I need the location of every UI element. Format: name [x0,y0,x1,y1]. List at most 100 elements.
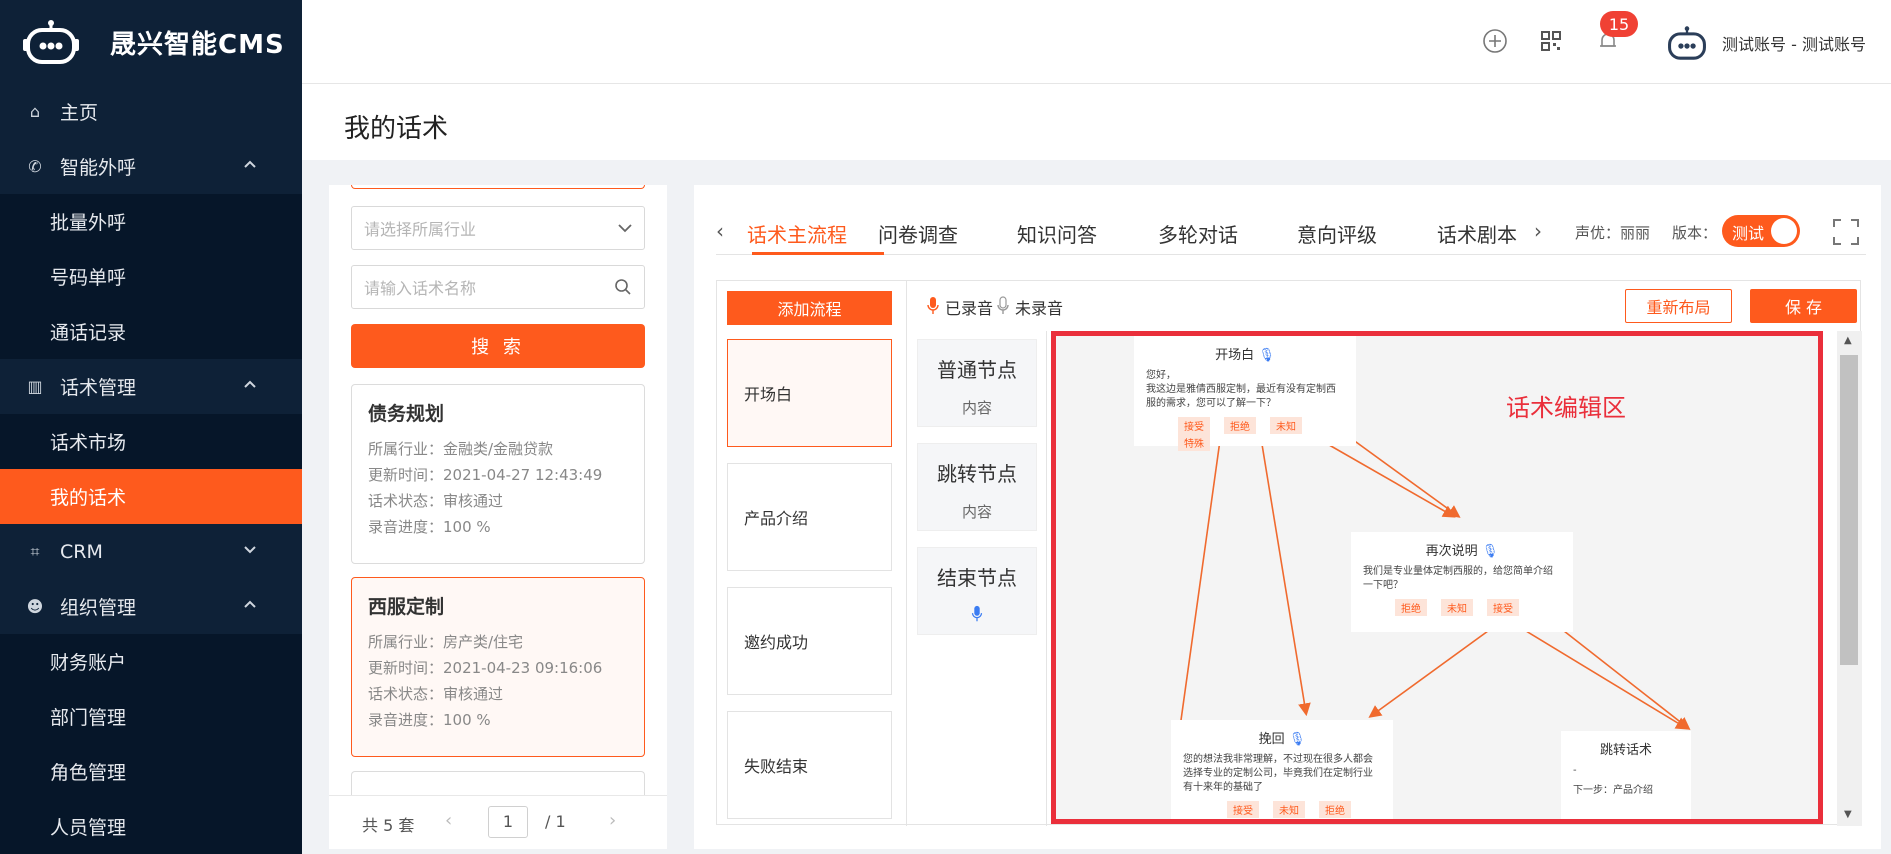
chevron-up-icon [244,600,256,608]
flow-node-retain[interactable]: 挽回 🎙 您的想法我非常理解，不过现在很多人都会选择专业的定制公司，毕竟我们在定… [1171,720,1393,819]
scroll-thumb[interactable] [1840,355,1858,665]
nav-departments[interactable]: 部门管理 [0,689,302,744]
flow-item[interactable]: 邀约成功 [727,587,892,695]
tab-survey[interactable]: 问卷调查 [878,219,958,248]
next-page-icon[interactable]: › [609,810,616,831]
nav-label: 话术管理 [60,377,137,399]
crop-icon: ⌗ [30,541,40,561]
flow-arrow [1368,630,1489,718]
relayout-button[interactable]: 重新布局 [1625,289,1732,323]
nav-label: 人员管理 [50,817,127,839]
chip[interactable]: 未知 [1273,801,1305,818]
scroll-down-icon[interactable]: ▼ [1844,809,1852,820]
flow-node-opening[interactable]: 开场白 🎙 您好， 我这边是雅倩西服定制，最近有没有定制西服的需求，您可以了解一… [1134,336,1356,451]
node-title: 再次说明 🎙 [1425,544,1499,559]
flow-arrow [1258,425,1311,717]
node-type-jump[interactable]: 跳转节点 内容 [917,443,1037,531]
flow-item[interactable]: 失败结束 [727,711,892,819]
script-edit-canvas[interactable]: 开场白 🎙 您好， 我这边是雅倩西服定制，最近有没有定制西服的需求，您可以了解一… [1051,331,1823,824]
save-button[interactable]: 保 存 [1750,289,1857,323]
qr-code-icon[interactable] [1538,28,1564,54]
node-type-end[interactable]: 结束节点 [917,547,1037,635]
flow-node-again[interactable]: 再次说明 🎙 我们是专业量体定制西服的，给您简单介绍一下吧？ 拒绝 未知 接受 [1351,532,1573,632]
nav-org-mgmt[interactable]: ☻ 组织管理 [0,579,302,634]
nav-label: 批量外呼 [50,212,127,234]
script-name-input[interactable]: 请输入话术名称 [351,265,645,309]
phone-icon: ✆ [28,157,42,176]
node-type-content: 内容 [961,503,992,521]
add-flow-button[interactable]: 添加流程 [727,291,892,325]
chip[interactable]: 拒绝 [1319,801,1351,818]
card-status: 话术状态：审核通过 [368,685,504,703]
nav-my-scripts[interactable]: 我的话术 [0,469,302,524]
nav-label: 主页 [60,102,99,124]
card-title: 西服定制 [368,596,445,618]
chip[interactable]: 接受 [1487,599,1519,616]
fullscreen-icon[interactable] [1832,218,1860,246]
chip[interactable]: 未知 [1270,417,1302,434]
nav-roles[interactable]: 角色管理 [0,744,302,799]
nav-single-call[interactable]: 号码单呼 [0,249,302,304]
chip[interactable]: 拒绝 [1224,417,1256,434]
tab-script-book[interactable]: 话术剧本 [1437,219,1517,248]
card-industry: 所属行业：金融类/金融贷款 [368,440,554,458]
flow-item[interactable]: 产品介绍 [727,463,892,571]
chevron-down-icon [244,546,256,554]
voice-label: 声优：丽丽 [1575,224,1651,242]
script-card[interactable]: 债务规划 所属行业：金融类/金融贷款 更新时间：2021-04-27 12:43… [351,384,645,564]
nav-script-market[interactable]: 话术市场 [0,414,302,469]
script-card-selected[interactable]: 西服定制 所属行业：房产类/住宅 更新时间：2021-04-23 09:16:0… [351,577,645,757]
nav-label: 角色管理 [50,762,127,784]
flow-label: 邀约成功 [744,633,809,652]
mic-icon: 🎙 [1481,544,1499,559]
tabs-prev-icon[interactable]: ‹ [716,219,724,243]
prev-page-icon[interactable]: ‹ [445,810,452,831]
node-type-content: 内容 [961,399,992,417]
nav-call-records[interactable]: 通话记录 [0,304,302,359]
avatar[interactable] [1665,24,1709,62]
chip[interactable]: 接受 [1227,801,1259,818]
page-input[interactable]: 1 [488,806,528,838]
tab-intent-rating[interactable]: 意向评级 [1297,219,1377,248]
node-type-normal[interactable]: 普通节点 内容 [917,339,1037,427]
flow-list: 添加流程 开场白 产品介绍 邀约成功 失败结束 [717,281,907,826]
search-button[interactable]: 搜 索 [351,324,645,368]
nav-crm[interactable]: ⌗ CRM [0,524,302,579]
version-toggle[interactable]: 测试 [1722,215,1800,247]
node-type-title: 结束节点 [937,566,1017,590]
flow-node-jump[interactable]: 跳转话术 - 下一步：产品介绍 [1561,731,1691,819]
user-name[interactable]: 测试账号 - 测试账号 [1722,31,1866,55]
tab-knowledge-qa[interactable]: 知识问答 [1017,219,1097,248]
tab-main-flow[interactable]: 话术主流程 [747,219,847,248]
tab-multi-round[interactable]: 多轮对话 [1158,219,1238,248]
plus-circle-icon[interactable] [1482,28,1508,54]
nav-smart-call[interactable]: ✆ 智能外呼 [0,139,302,194]
active-tab-underline [752,252,884,255]
canvas-scrollbar[interactable]: ▲ ▼ [1837,331,1862,826]
node-text: 我们是专业量体定制西服的，给您简单介绍一下吧？ [1363,566,1553,591]
page-total: / 1 [545,812,566,831]
chip[interactable]: 拒绝 [1395,599,1427,616]
chip[interactable]: 未知 [1441,599,1473,616]
nav-batch-call[interactable]: 批量外呼 [0,194,302,249]
flow-item[interactable]: 开场白 [727,339,892,447]
tabs-next-icon[interactable]: › [1534,219,1542,243]
node-text: 您的想法我非常理解，不过现在很多人都会选择专业的定制公司，毕竟我们在定制行业有十… [1183,754,1373,793]
flow-arrow [1175,425,1223,757]
nav-label: 财务账户 [50,652,127,674]
nav-script-mgmt[interactable]: ▥ 话术管理 [0,359,302,414]
script-list-panel: 请选择所属行业 请输入话术名称 搜 索 债务规划 所属行业：金融类/金融贷款 更… [329,185,667,849]
nav-finance[interactable]: 财务账户 [0,634,302,689]
node-title: 跳转话术 [1599,743,1652,758]
scroll-up-icon[interactable]: ▲ [1844,335,1852,346]
nav-home[interactable]: ⌂ 主页 [0,84,302,139]
nav-label: 组织管理 [60,597,137,619]
app-title: 晟兴智能CMS [110,29,285,60]
nav-label: 我的话术 [50,487,127,509]
chip[interactable]: 特殊 [1178,434,1210,451]
chip[interactable]: 接受 [1178,417,1210,434]
nav-label: 智能外呼 [60,157,137,179]
nav-staff[interactable]: 人员管理 [0,799,302,854]
industry-select[interactable]: 请选择所属行业 [351,206,645,250]
flow-label: 失败结束 [744,757,809,776]
